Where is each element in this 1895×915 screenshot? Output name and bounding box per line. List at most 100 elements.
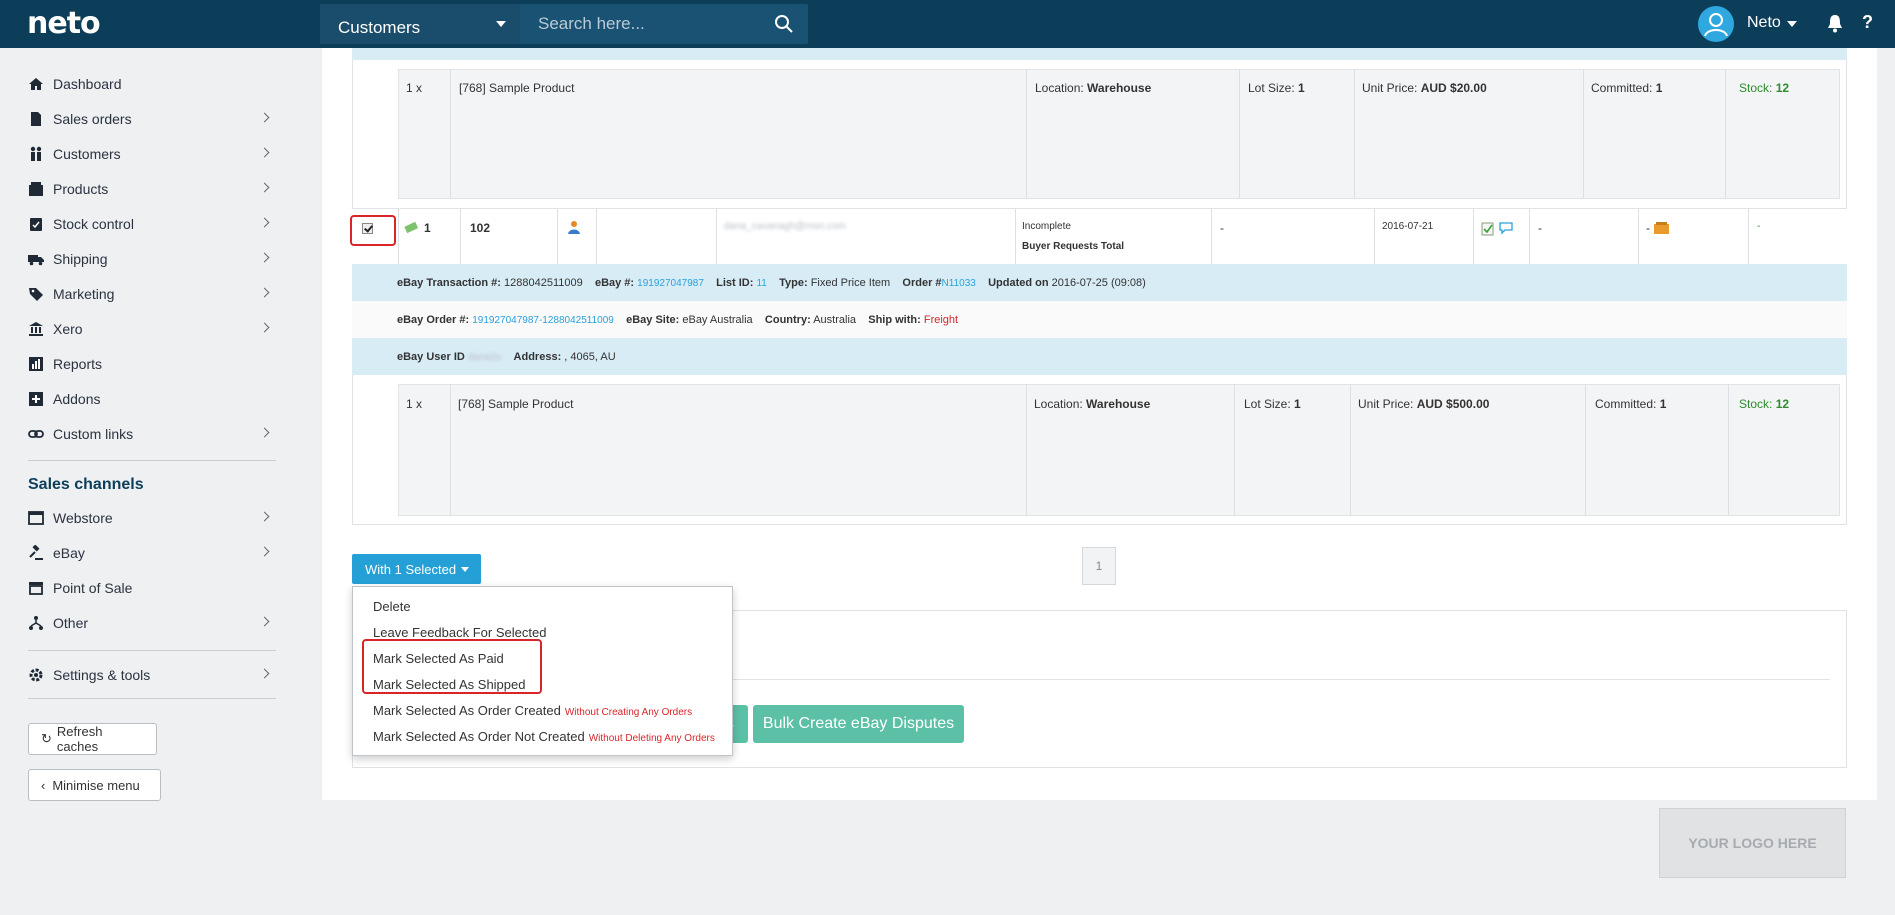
refresh-caches-button[interactable]: ↻ Refresh caches (28, 723, 157, 755)
with-selected-button[interactable]: With 1 Selected (352, 554, 481, 584)
lot-label: Lot Size: (1244, 397, 1291, 411)
list-id-link[interactable]: 11 (756, 278, 766, 289)
home-icon (29, 78, 43, 90)
cell-divider (1239, 69, 1240, 199)
item-product: [768] Sample Product (458, 397, 574, 411)
invoice-folder-icon[interactable] (1653, 221, 1670, 235)
sidebar-item-settings[interactable]: Settings & tools (28, 663, 270, 687)
search-scope-label: Customers (338, 18, 421, 37)
menu-item-label: Mark Selected As Order Not Created (373, 729, 585, 744)
menu-item-mark-order-created[interactable]: Mark Selected As Order Created Without Cr… (373, 703, 692, 718)
cell-divider (1211, 209, 1212, 264)
lot-value: 1 (1298, 81, 1305, 95)
refresh-caches-label: Refresh caches (56, 724, 103, 754)
store-icon (29, 582, 43, 595)
sidebar-item-label: Xero (53, 321, 83, 337)
sidebar-item-point-of-sale[interactable]: Point of Sale (28, 576, 268, 600)
sidebar-item-label: eBay (53, 545, 85, 561)
sidebar-item-reports[interactable]: Reports (28, 352, 268, 376)
chevron-down-icon[interactable] (1787, 21, 1797, 27)
menu-item-label: Mark Selected As Order Created (373, 703, 561, 718)
menu-item-leave-feedback[interactable]: Leave Feedback For Selected (373, 625, 546, 640)
chevron-right-icon (259, 616, 270, 627)
sidebar-item-addons[interactable]: Addons (28, 387, 268, 411)
help-icon[interactable]: ? (1862, 12, 1873, 33)
gavel-icon (29, 545, 43, 560)
lot-label: Lot Size: (1248, 81, 1295, 95)
user-value: dana2u (467, 352, 502, 363)
location-value: Warehouse (1086, 397, 1151, 411)
item-lot: Lot Size: 1 (1248, 81, 1305, 95)
menu-item-mark-order-not-created[interactable]: Mark Selected As Order Not Created Withou… (373, 729, 715, 744)
sidebar-item-customers[interactable]: Customers (28, 142, 270, 166)
chevron-right-icon (259, 511, 270, 522)
sales-channels-heading: Sales channels (28, 476, 144, 493)
cell-divider (716, 209, 717, 264)
sidebar-item-shipping[interactable]: Shipping (28, 247, 270, 271)
ebay-transaction-info: eBay Transaction #: 1288042511009 eBay #… (397, 277, 1146, 289)
people-icon (30, 146, 42, 161)
sidebar-item-dashboard[interactable]: Dashboard (28, 72, 268, 96)
avatar[interactable] (1698, 6, 1734, 42)
sidebar-item-products[interactable]: Products (28, 177, 270, 201)
price-label: Unit Price: (1358, 397, 1414, 411)
check-note-icon[interactable] (1481, 222, 1495, 236)
pagination-page-1[interactable]: 1 (1082, 547, 1116, 585)
search-icon[interactable] (774, 14, 794, 34)
cell-divider (1354, 69, 1355, 199)
search-input[interactable]: Search here... (538, 14, 645, 34)
link-icon (28, 430, 44, 438)
clipboard-check-icon (30, 218, 42, 231)
ebay-id-link[interactable]: 191927047987 (637, 278, 704, 289)
ebay-order-link[interactable]: 191927047987-1288042511009 (472, 315, 614, 326)
order-status-sub: Buyer Requests Total (1022, 241, 1125, 252)
menu-item-delete[interactable]: Delete (373, 599, 411, 614)
sidebar-item-webstore[interactable]: Webstore (28, 506, 270, 530)
tag-icon (29, 288, 43, 301)
stock-label: Stock: (1739, 397, 1773, 411)
sidebar-item-label: Marketing (53, 286, 115, 302)
customer-icon[interactable] (567, 220, 581, 234)
truck-icon (28, 255, 44, 266)
comment-icon[interactable] (1499, 221, 1513, 235)
paid-shipped-highlight (362, 639, 542, 694)
sidebar-item-label: Reports (53, 356, 103, 372)
location-value: Warehouse (1087, 81, 1152, 95)
order-id[interactable]: 102 (470, 221, 490, 235)
location-label: Location: (1034, 397, 1083, 411)
user-menu[interactable]: Neto (1747, 14, 1781, 32)
price-value: AUD $20.00 (1420, 81, 1487, 95)
cell-divider (1748, 209, 1749, 264)
bell-icon[interactable] (1824, 12, 1846, 34)
sidebar-item-stock-control[interactable]: Stock control (28, 212, 270, 236)
cell-divider (450, 384, 451, 516)
item-stock: Stock: 12 (1739, 81, 1789, 95)
sidebar-item-label: Products (53, 181, 109, 197)
cell-divider (1725, 69, 1726, 199)
sidebar-item-custom-links[interactable]: Custom links (28, 422, 270, 446)
bulk-create-disputes-button[interactable]: Bulk Create eBay Disputes (753, 705, 964, 743)
order-row[interactable] (352, 208, 1847, 264)
search-scope-select[interactable]: Customers (320, 4, 520, 44)
sidebar-item-other[interactable]: Other (28, 611, 270, 635)
chevron-down-icon (461, 566, 470, 572)
sidebar-item-sales-orders[interactable]: Sales orders (28, 107, 270, 131)
site-value: eBay Australia (682, 314, 753, 326)
cash-icon (404, 221, 418, 234)
order-label: Order # (902, 277, 942, 289)
order-date: 2016-07-21 (1382, 221, 1434, 232)
minimise-menu-button[interactable]: ‹ Minimise menu (28, 769, 161, 801)
logo-placeholder: YOUR LOGO HERE (1659, 808, 1846, 878)
stock-value: 12 (1775, 397, 1790, 411)
chevron-right-icon (259, 217, 270, 228)
sidebar-item-ebay[interactable]: eBay (28, 541, 270, 565)
cell-divider (557, 209, 558, 264)
sidebar-item-xero[interactable]: Xero (28, 317, 270, 341)
chevron-right-icon (259, 252, 270, 263)
order-number-link[interactable]: N11033 (942, 278, 976, 289)
cell-divider (1728, 384, 1729, 516)
neto-logo[interactable]: neto (27, 6, 101, 41)
sidebar-item-marketing[interactable]: Marketing (28, 282, 270, 306)
sidebar-item-label: Sales orders (53, 111, 132, 127)
sidebar-item-label: Addons (53, 391, 101, 407)
